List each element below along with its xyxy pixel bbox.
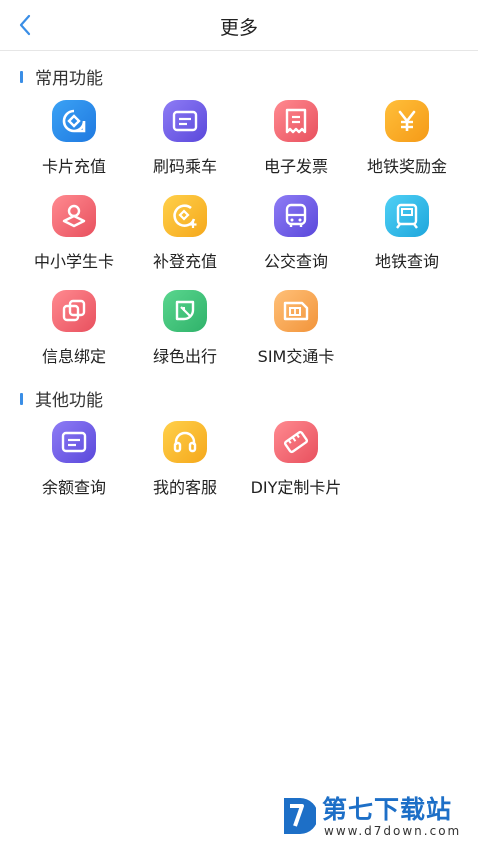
sim-card-button[interactable]: SIM交通卡 (240, 290, 352, 367)
sim-card-icon (274, 290, 318, 332)
diy-card-icon (274, 421, 318, 463)
section-title-other: 其他功能 (20, 386, 103, 411)
item-label: 补登充值 (152, 252, 217, 271)
item-label: 中小学生卡 (33, 252, 114, 271)
section-marker (20, 70, 23, 83)
item-label: 电子发票 (263, 157, 328, 176)
balance-query-button[interactable]: 余额查询 (18, 421, 130, 498)
leaf-icon (163, 290, 207, 332)
section-title-text: 常用功能 (35, 69, 103, 89)
student-card-button[interactable]: 中小学生卡 (18, 195, 130, 272)
top-bar: 更多 (0, 0, 478, 51)
item-label: 卡片充值 (41, 157, 106, 176)
yuan-reward-button[interactable]: 地铁奖励金 (351, 100, 463, 177)
item-label: 信息绑定 (41, 347, 106, 366)
student-card-icon (52, 195, 96, 237)
watermark-url: www.d7down.com (324, 824, 462, 838)
qr-ride-icon (163, 100, 207, 142)
headset-icon (163, 421, 207, 463)
item-label: DIY定制卡片 (250, 478, 342, 497)
customer-service-button[interactable]: 我的客服 (129, 421, 241, 498)
section-title-common: 常用功能 (20, 64, 103, 89)
item-label: 绿色出行 (152, 347, 217, 366)
watermark-name: 第七下载站 (322, 795, 453, 824)
item-label: 余额查询 (41, 478, 106, 497)
yuan-reward-icon (385, 100, 429, 142)
bus-query-button[interactable]: 公交查询 (240, 195, 352, 272)
item-label: SIM交通卡 (257, 347, 335, 366)
section-title-text: 其他功能 (35, 391, 103, 411)
balance-icon (52, 421, 96, 463)
item-label: 地铁奖励金 (366, 157, 447, 176)
supplement-recharge-icon (163, 195, 207, 237)
supplement-recharge-button[interactable]: 补登充值 (129, 195, 241, 272)
metro-query-button[interactable]: 地铁查询 (351, 195, 463, 272)
item-label: 我的客服 (152, 478, 217, 497)
card-recharge-icon (52, 100, 96, 142)
card-recharge-button[interactable]: 卡片充值 (18, 100, 130, 177)
green-travel-button[interactable]: 绿色出行 (129, 290, 241, 367)
bus-icon (274, 195, 318, 237)
diy-card-button[interactable]: DIY定制卡片 (240, 421, 352, 498)
item-label: 公交查询 (263, 252, 328, 271)
bind-info-icon (52, 290, 96, 332)
invoice-button[interactable]: 电子发票 (240, 100, 352, 177)
metro-icon (385, 195, 429, 237)
invoice-icon (274, 100, 318, 142)
watermark: 第七下载站 www.d7down.com (280, 786, 470, 846)
d7-logo-icon (280, 794, 318, 838)
bind-info-button[interactable]: 信息绑定 (18, 290, 130, 367)
page-title: 更多 (219, 17, 258, 39)
item-label: 刷码乘车 (152, 157, 217, 176)
item-label: 地铁查询 (374, 252, 439, 271)
section-marker (20, 392, 23, 405)
qr-ride-button[interactable]: 刷码乘车 (129, 100, 241, 177)
